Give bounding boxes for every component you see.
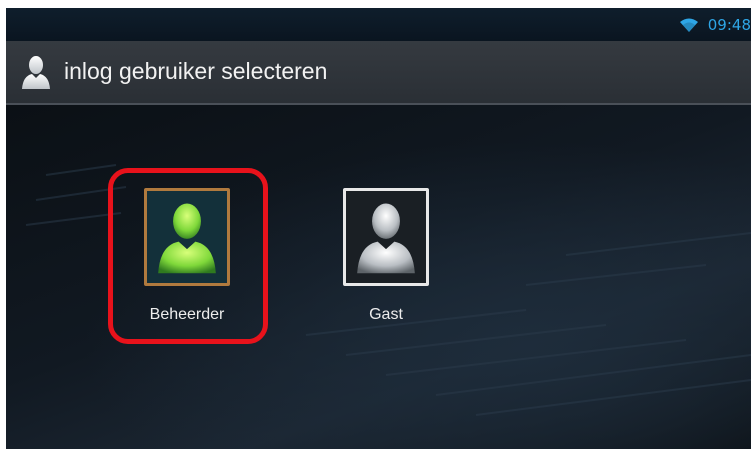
- avatar-frame-beheerder[interactable]: [144, 188, 230, 286]
- user-icon: [22, 56, 50, 89]
- title-bar: inlog gebruiker selecteren: [6, 41, 751, 105]
- page-title: inlog gebruiker selecteren: [64, 58, 328, 84]
- status-bar: 09:48: [6, 8, 751, 41]
- user-label-beheerder: Beheerder: [149, 306, 225, 323]
- user-avatar-icon: [357, 203, 415, 274]
- device-display: 09:48 inlog gebruiker selecteren Beheerd…: [6, 8, 751, 449]
- status-indicators: 09:48: [678, 15, 751, 35]
- avatar-frame-gast[interactable]: [343, 188, 429, 286]
- user-avatar-icon: [158, 203, 216, 274]
- user-tile-beheerder[interactable]: Beheerder: [112, 188, 252, 338]
- wifi-icon: [679, 18, 698, 32]
- screen: 09:48 inlog gebruiker selecteren Beheerd…: [0, 0, 751, 457]
- user-label-gast: Gast: [369, 306, 403, 323]
- user-tile-gast[interactable]: Gast: [311, 188, 451, 338]
- status-time: 09:48: [707, 16, 751, 34]
